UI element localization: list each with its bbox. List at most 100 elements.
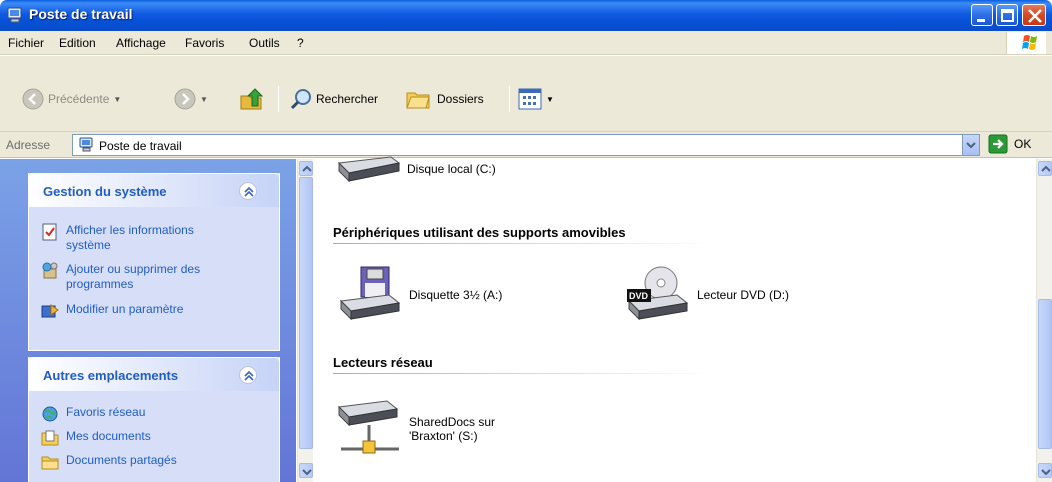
folders-icon <box>406 92 430 109</box>
menu-tools[interactable]: Outils <box>249 36 280 50</box>
scroll-thumb[interactable] <box>1038 299 1052 449</box>
maximize-icon <box>1001 9 1014 22</box>
place-label: Mes documents <box>66 429 151 443</box>
forward-button[interactable]: ▼ <box>174 88 208 110</box>
drive-floppy-a[interactable]: Disquette 3½ (A:) <box>337 265 502 325</box>
drive-label: 'Braxton' (S:) <box>409 429 478 443</box>
back-label: Précédente <box>48 92 110 106</box>
scroll-thumb[interactable] <box>299 177 313 449</box>
up-folder-icon <box>240 88 264 110</box>
toolbar-separator <box>509 86 510 112</box>
content-area: Disque local (C:) Périphériques utilisan… <box>313 156 1036 482</box>
folders-button[interactable]: Dossiers <box>405 87 484 111</box>
system-info-icon <box>42 223 57 241</box>
task-label: Afficher les informations <box>66 223 194 237</box>
address-bar: Adresse Poste de travail OK <box>0 132 1052 158</box>
dvd-badge: DVD <box>629 291 649 301</box>
system-tasks-header[interactable]: Gestion du système <box>28 173 280 207</box>
scroll-down-button[interactable] <box>1038 463 1052 478</box>
dvd-drive-icon: DVD <box>627 266 689 321</box>
task-pane-scrollbar[interactable] <box>297 159 313 482</box>
views-dropdown-icon[interactable]: ▼ <box>546 95 554 104</box>
drive-dvd-d[interactable]: DVD Lecteur DVD (D:) <box>625 265 789 325</box>
task-change-setting[interactable]: Modifier un paramètre <box>41 302 183 320</box>
go-arrow-icon <box>988 134 1008 154</box>
collapse-button[interactable] <box>239 182 257 200</box>
task-pane: Gestion du système Afficher les informat… <box>0 159 296 482</box>
address-input[interactable]: Poste de travail <box>72 134 980 156</box>
drive-local-c[interactable]: Disque local (C:) <box>335 155 496 183</box>
up-folder-button[interactable] <box>238 86 264 112</box>
back-button[interactable]: Précédente ▼ <box>22 88 121 110</box>
views-button[interactable]: ▼ <box>518 88 554 110</box>
control-panel-icon <box>41 304 59 318</box>
double-chevron-up-icon <box>244 370 254 381</box>
chevron-down-icon <box>966 142 976 149</box>
menu-view[interactable]: Affichage <box>116 36 166 50</box>
content-scrollbar[interactable] <box>1036 159 1052 482</box>
go-label: OK <box>1014 137 1032 151</box>
place-network[interactable]: Favoris réseau <box>41 405 145 423</box>
search-label: Rechercher <box>316 92 379 106</box>
task-label: Modifier un paramètre <box>66 302 184 316</box>
forward-dropdown-icon[interactable]: ▼ <box>200 95 208 104</box>
close-icon <box>1028 9 1042 23</box>
drive-label: Lecteur DVD (D:) <box>697 288 790 302</box>
scroll-down-button[interactable] <box>299 463 313 478</box>
task-add-remove-programs[interactable]: Ajouter ou supprimer des programmes <box>41 262 200 292</box>
scroll-up-button[interactable] <box>299 161 313 176</box>
toolbar: Précédente ▼ ▼ Rechercher Dossiers ▼ <box>0 56 1052 132</box>
chevron-down-icon <box>1041 469 1051 476</box>
back-arrow-icon <box>22 88 44 110</box>
task-label: programmes <box>66 277 134 291</box>
close-button[interactable] <box>1022 4 1046 26</box>
window-title: Poste de travail <box>29 6 133 22</box>
menu-edit[interactable]: Edition <box>59 36 96 50</box>
scroll-up-button[interactable] <box>1038 161 1052 176</box>
place-my-documents[interactable]: Mes documents <box>41 429 151 447</box>
minimize-button[interactable] <box>971 4 993 26</box>
search-icon <box>290 89 311 110</box>
network-globe-icon <box>42 406 58 422</box>
group-title-network: Lecteurs réseau <box>333 355 433 370</box>
maximize-button[interactable] <box>996 4 1018 26</box>
search-button[interactable]: Rechercher <box>289 87 378 111</box>
address-label: Adresse <box>6 138 51 152</box>
floppy-drive-icon <box>339 266 401 321</box>
chevron-up-icon <box>302 165 312 172</box>
menu-bar: Fichier Edition Affichage Favoris Outils… <box>0 31 1052 55</box>
folders-label: Dossiers <box>437 92 484 106</box>
network-drive-s[interactable]: SharedDocs sur 'Braxton' (S:) <box>335 397 495 461</box>
other-places-title: Autres emplacements <box>43 368 179 383</box>
address-value: Poste de travail <box>99 139 182 153</box>
chevron-down-icon <box>302 469 312 476</box>
task-label: Ajouter ou supprimer des <box>66 262 201 276</box>
other-places-panel: Autres emplacements Favoris réseau Mes d… <box>28 357 280 482</box>
address-dropdown-button[interactable] <box>962 135 979 155</box>
my-documents-icon <box>41 430 59 446</box>
back-dropdown-icon[interactable]: ▼ <box>113 95 121 104</box>
group-divider <box>333 243 713 244</box>
other-places-header[interactable]: Autres emplacements <box>28 357 280 391</box>
place-shared-documents[interactable]: Documents partagés <box>41 453 177 471</box>
go-button[interactable]: OK <box>988 134 1031 154</box>
title-bar[interactable]: Poste de travail <box>0 0 1052 31</box>
views-icon <box>518 88 542 110</box>
task-system-info[interactable]: Afficher les informations système <box>41 223 194 253</box>
menu-favorites[interactable]: Favoris <box>185 36 224 50</box>
network-drive-icon <box>337 400 399 454</box>
group-title-removable: Périphériques utilisant des supports amo… <box>333 225 626 240</box>
forward-arrow-icon <box>174 88 196 110</box>
minimize-icon <box>977 19 985 22</box>
collapse-button[interactable] <box>239 366 257 384</box>
system-tasks-panel: Gestion du système Afficher les informat… <box>28 173 280 351</box>
toolbar-separator <box>278 86 279 112</box>
double-chevron-up-icon <box>244 186 254 197</box>
menu-help[interactable]: ? <box>297 36 304 50</box>
drive-label: Disque local (C:) <box>407 162 496 176</box>
hard-disk-icon <box>337 156 401 183</box>
menu-file[interactable]: Fichier <box>8 36 44 50</box>
add-remove-programs-icon <box>42 262 58 279</box>
place-label: Documents partagés <box>66 453 177 467</box>
my-computer-icon <box>7 7 22 23</box>
